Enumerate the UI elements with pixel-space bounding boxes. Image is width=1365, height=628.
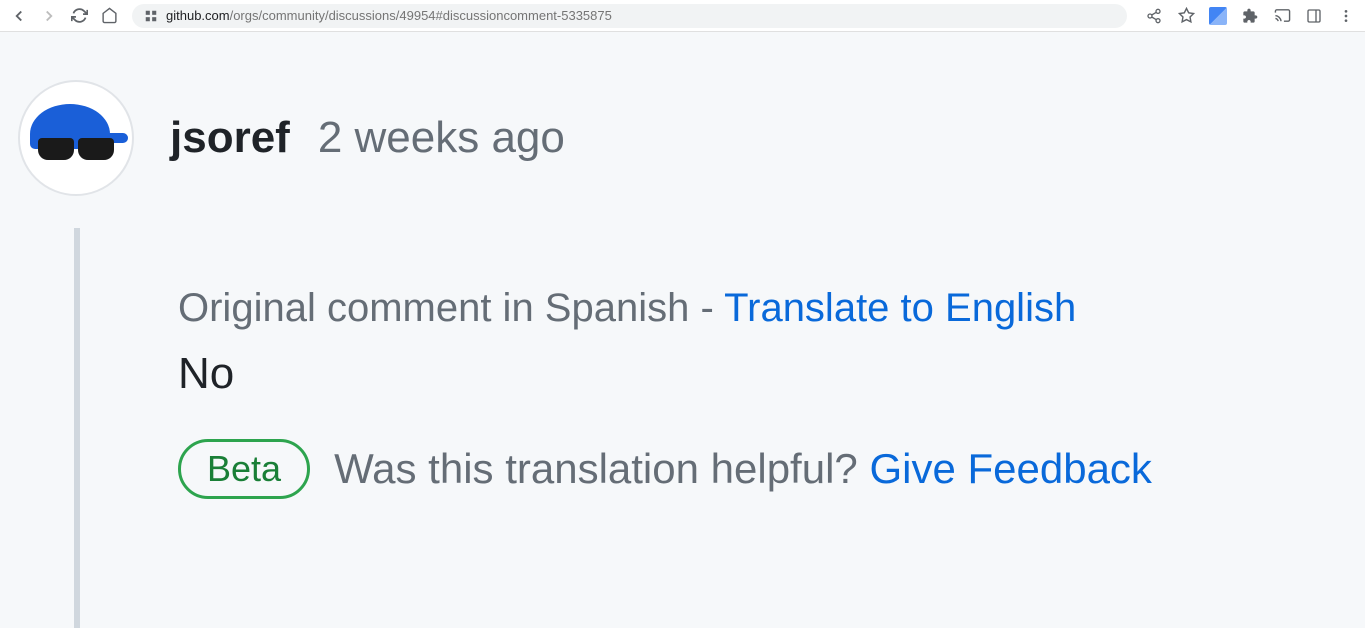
address-bar[interactable]: github.com/orgs/community/discussions/49… <box>132 4 1127 28</box>
site-info-icon[interactable] <box>144 9 158 23</box>
page-content: jsoref 2 weeks ago Original comment in S… <box>0 32 1365 499</box>
beta-badge: Beta <box>178 439 310 499</box>
url-domain: github.com <box>166 8 230 23</box>
reload-button[interactable] <box>70 7 88 25</box>
browser-toolbar: github.com/orgs/community/discussions/49… <box>0 0 1365 32</box>
author-line: jsoref 2 weeks ago <box>170 113 565 163</box>
sidepanel-icon[interactable] <box>1305 7 1323 25</box>
feedback-row: Beta Was this translation helpful? Give … <box>178 439 1345 499</box>
translate-link[interactable]: Translate to English <box>724 286 1076 330</box>
comment-body: Original comment in Spanish - Translate … <box>178 286 1345 499</box>
timeline-line <box>74 228 80 628</box>
back-button[interactable] <box>10 7 28 25</box>
feedback-prompt-text: Was this translation helpful? <box>334 445 869 492</box>
author-name[interactable]: jsoref <box>170 113 290 163</box>
share-icon[interactable] <box>1145 7 1163 25</box>
url-path: /orgs/community/discussions/49954#discus… <box>230 8 612 23</box>
feedback-text: Was this translation helpful? Give Feedb… <box>334 445 1152 493</box>
menu-icon[interactable] <box>1337 7 1355 25</box>
toolbar-right <box>1145 7 1355 25</box>
translate-prompt: Original comment in Spanish - Translate … <box>178 286 1345 331</box>
translate-extension-icon[interactable] <box>1209 7 1227 25</box>
avatar[interactable] <box>18 80 134 196</box>
translate-prompt-text: Original comment in Spanish - <box>178 286 724 330</box>
cast-icon[interactable] <box>1273 7 1291 25</box>
url-text: github.com/orgs/community/discussions/49… <box>166 8 612 23</box>
home-button[interactable] <box>100 7 118 25</box>
comment-timestamp[interactable]: 2 weeks ago <box>318 113 565 163</box>
comment-text: No <box>178 349 1345 399</box>
nav-buttons <box>10 7 118 25</box>
extensions-icon[interactable] <box>1241 7 1259 25</box>
bookmark-star-icon[interactable] <box>1177 7 1195 25</box>
comment-header: jsoref 2 weeks ago <box>18 80 1345 196</box>
feedback-link[interactable]: Give Feedback <box>869 445 1151 492</box>
forward-button[interactable] <box>40 7 58 25</box>
